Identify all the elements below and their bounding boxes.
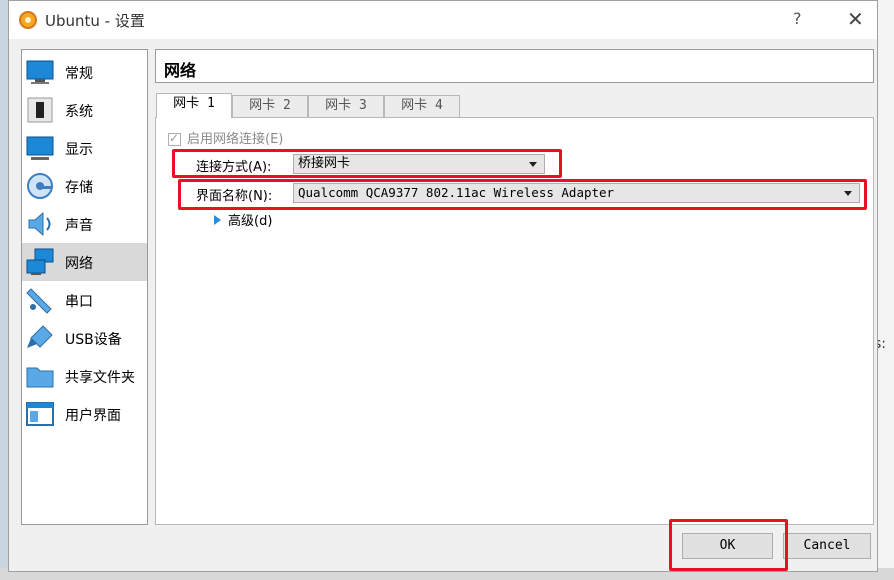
settings-sidebar: 常规 系统 显示 存储 声音 网络 串口 USB设备 共享文件夹 用户界面: [21, 49, 148, 525]
advanced-expander[interactable]: 高级(d): [214, 210, 272, 229]
sidebar-item-audio[interactable]: 声音: [22, 205, 147, 243]
tab-adapter-1[interactable]: 网卡 1: [156, 93, 232, 118]
settings-dialog: Ubuntu - 设置 ? ✕ 常规 系统 显示 存储 声音 网络 串口 USB…: [8, 0, 878, 572]
sidebar-item-label: 串口: [65, 294, 93, 310]
sidebar-item-serial-port[interactable]: 串口: [22, 281, 147, 319]
section-header: 网络: [155, 49, 874, 83]
sidebar-item-label: 常规: [65, 66, 93, 82]
sidebar-item-label: 用户界面: [65, 408, 121, 424]
sidebar-item-label: 共享文件夹: [65, 370, 135, 386]
help-button[interactable]: ?: [793, 9, 802, 28]
user-interface-icon: [26, 402, 54, 426]
tab-adapter-4[interactable]: 网卡 4: [384, 95, 460, 117]
highlight-box-attached-to: [172, 149, 562, 178]
sidebar-item-storage[interactable]: 存储: [22, 167, 147, 205]
enable-adapter-row: 启用网络连接(E): [168, 128, 283, 147]
window-title: Ubuntu - 设置: [45, 12, 145, 30]
usb-icon: [27, 325, 53, 348]
storage-icon: [27, 173, 53, 199]
expand-triangle-icon: [214, 215, 221, 225]
system-icon: [27, 97, 53, 123]
sidebar-item-general[interactable]: 常规: [22, 53, 147, 91]
sidebar-item-display[interactable]: 显示: [22, 129, 147, 167]
sidebar-item-system[interactable]: 系统: [22, 91, 147, 129]
tab-panel-adapter-1: 启用网络连接(E) 连接方式(A): 桥接网卡 界面名称(N): Qualcom…: [155, 117, 874, 525]
cancel-button[interactable]: Cancel: [783, 533, 871, 559]
close-button[interactable]: ✕: [847, 7, 864, 31]
audio-icon: [28, 211, 51, 237]
sidebar-item-shared-folders[interactable]: 共享文件夹: [22, 357, 147, 395]
sidebar-item-usb[interactable]: USB设备: [22, 319, 147, 357]
shared-folder-icon: [26, 367, 54, 388]
sidebar-item-label: 系统: [65, 104, 93, 120]
network-icon: [26, 248, 54, 275]
sidebar-item-label: 显示: [65, 142, 93, 158]
tab-adapter-2[interactable]: 网卡 2: [232, 95, 308, 117]
serial-port-icon: [26, 288, 52, 314]
sidebar-item-label: 存储: [65, 180, 93, 196]
sidebar-item-label: USB设备: [65, 332, 122, 348]
display-icon: [26, 136, 54, 160]
page-title: 网络: [164, 61, 197, 80]
highlight-box-ok: [669, 519, 788, 571]
sidebar-item-label: 网络: [65, 256, 93, 272]
sidebar-item-network[interactable]: 网络: [22, 243, 147, 281]
enable-adapter-label: 启用网络连接(E): [187, 132, 284, 147]
enable-adapter-checkbox[interactable]: [168, 131, 181, 146]
sidebar-item-label: 声音: [65, 218, 93, 234]
general-icon: [26, 60, 54, 84]
sidebar-item-user-interface[interactable]: 用户界面: [22, 395, 147, 433]
virtualbox-app-icon: [19, 11, 37, 29]
advanced-label: 高级(d): [228, 214, 273, 229]
highlight-box-interface-name: [178, 179, 867, 210]
tab-adapter-3[interactable]: 网卡 3: [308, 95, 384, 117]
title-bar: Ubuntu - 设置 ? ✕: [9, 1, 877, 39]
